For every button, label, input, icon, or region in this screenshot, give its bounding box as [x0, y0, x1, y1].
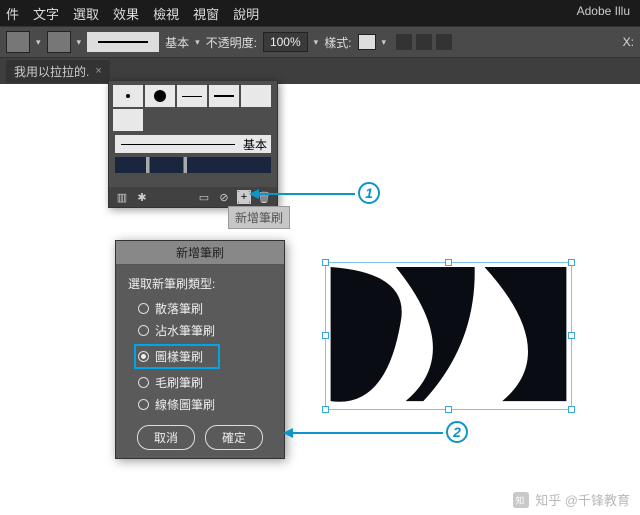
menu-item[interactable]: 說明: [233, 4, 259, 23]
chevron-down-icon[interactable]: ▾: [77, 37, 82, 48]
options-bar: ▾ ▾ 基本 ▾ 不透明度: 100% ▾ 樣式: ▾ X:: [0, 26, 640, 58]
brush-swatch[interactable]: [209, 85, 239, 107]
dialog-title: 新增筆刷: [116, 241, 284, 265]
svg-text:知: 知: [516, 494, 525, 505]
callout-line: [259, 193, 355, 195]
chevron-down-icon[interactable]: ▾: [314, 37, 319, 48]
chevron-down-icon[interactable]: ▾: [382, 37, 387, 48]
new-brush-dialog: 新增筆刷 選取新筆刷類型: 散落筆刷 沾水筆筆刷 圖樣筆刷 毛刷筆刷 線條圖筆刷…: [115, 240, 285, 459]
style-label: 樣式:: [324, 34, 351, 51]
selection-handle[interactable]: [322, 406, 329, 413]
align-icon[interactable]: [416, 34, 432, 50]
tab-label: 我用以拉拉的.: [14, 63, 89, 80]
brush-pattern-row[interactable]: [115, 157, 271, 173]
radio-scatter-brush[interactable]: 散落筆刷: [138, 300, 272, 317]
radio-art-brush[interactable]: 線條圖筆刷: [138, 396, 272, 413]
chevron-down-icon[interactable]: ▾: [195, 37, 200, 48]
brush-label: 基本: [165, 34, 189, 51]
align-icon[interactable]: [436, 34, 452, 50]
menu-item[interactable]: 效果: [113, 4, 139, 23]
brush-swatch[interactable]: [177, 85, 207, 107]
document-tab[interactable]: 我用以拉拉的. ×: [6, 60, 110, 83]
selection-handle[interactable]: [445, 259, 452, 266]
brush-preview[interactable]: [87, 32, 159, 52]
app-brand: Adobe Illu: [577, 4, 630, 18]
close-icon[interactable]: ×: [95, 65, 101, 77]
menu-item[interactable]: 文字: [33, 4, 59, 23]
fill-swatch[interactable]: [6, 31, 30, 53]
watermark: 知 知乎 @千锋教育: [513, 490, 630, 509]
dialog-prompt: 選取新筆刷類型:: [128, 275, 272, 292]
brush-basic-label: 基本: [243, 136, 267, 153]
brushes-grid: [109, 81, 277, 131]
menu-item[interactable]: 選取: [73, 4, 99, 23]
remove-stroke-icon[interactable]: ⊘: [217, 190, 231, 204]
opacity-label: 不透明度:: [206, 34, 257, 51]
document-tabs: 我用以拉拉的. ×: [0, 58, 640, 84]
selection-handle[interactable]: [568, 406, 575, 413]
menu-item[interactable]: 視窗: [193, 4, 219, 23]
menubar[interactable]: 件 文字 選取 效果 檢視 視窗 說明: [0, 0, 640, 26]
artwork-shape: [326, 263, 571, 409]
style-swatch[interactable]: [358, 34, 376, 50]
callout-2: 2: [446, 421, 468, 443]
cancel-button[interactable]: 取消: [137, 425, 195, 450]
zhihu-icon: 知: [513, 492, 529, 508]
selection-handle[interactable]: [445, 406, 452, 413]
callout-line: [293, 432, 443, 434]
x-label: X:: [623, 35, 634, 49]
selection-handle[interactable]: [322, 259, 329, 266]
radio-pattern-brush[interactable]: 圖樣筆刷: [134, 344, 220, 369]
library-icon[interactable]: ▥: [115, 190, 129, 204]
menu-item[interactable]: 檢視: [153, 4, 179, 23]
selected-artwork[interactable]: [325, 262, 572, 410]
align-icon[interactable]: [396, 34, 412, 50]
radio-bristle-brush[interactable]: 毛刷筆刷: [138, 374, 272, 391]
brush-basic-row[interactable]: 基本: [115, 135, 271, 153]
brush-swatch[interactable]: [145, 85, 175, 107]
selection-handle[interactable]: [568, 332, 575, 339]
tooltip: 新增筆刷: [228, 206, 290, 229]
callout-1: 1: [358, 182, 380, 204]
radio-calligraphic-brush[interactable]: 沾水筆筆刷: [138, 322, 272, 339]
selection-handle[interactable]: [322, 332, 329, 339]
ok-button[interactable]: 確定: [205, 425, 263, 450]
options-icon[interactable]: ▭: [197, 190, 211, 204]
stroke-swatch[interactable]: [47, 31, 71, 53]
menu-item[interactable]: 件: [6, 4, 19, 23]
arrow-icon: [249, 189, 259, 199]
libraries-icon[interactable]: ✱: [135, 190, 149, 204]
brush-swatch[interactable]: [113, 85, 143, 107]
brush-swatch[interactable]: [241, 85, 271, 107]
selection-handle[interactable]: [568, 259, 575, 266]
arrow-icon: [283, 428, 293, 438]
brush-swatch[interactable]: [113, 109, 143, 131]
opacity-input[interactable]: 100%: [263, 32, 308, 52]
chevron-down-icon[interactable]: ▾: [36, 37, 41, 48]
